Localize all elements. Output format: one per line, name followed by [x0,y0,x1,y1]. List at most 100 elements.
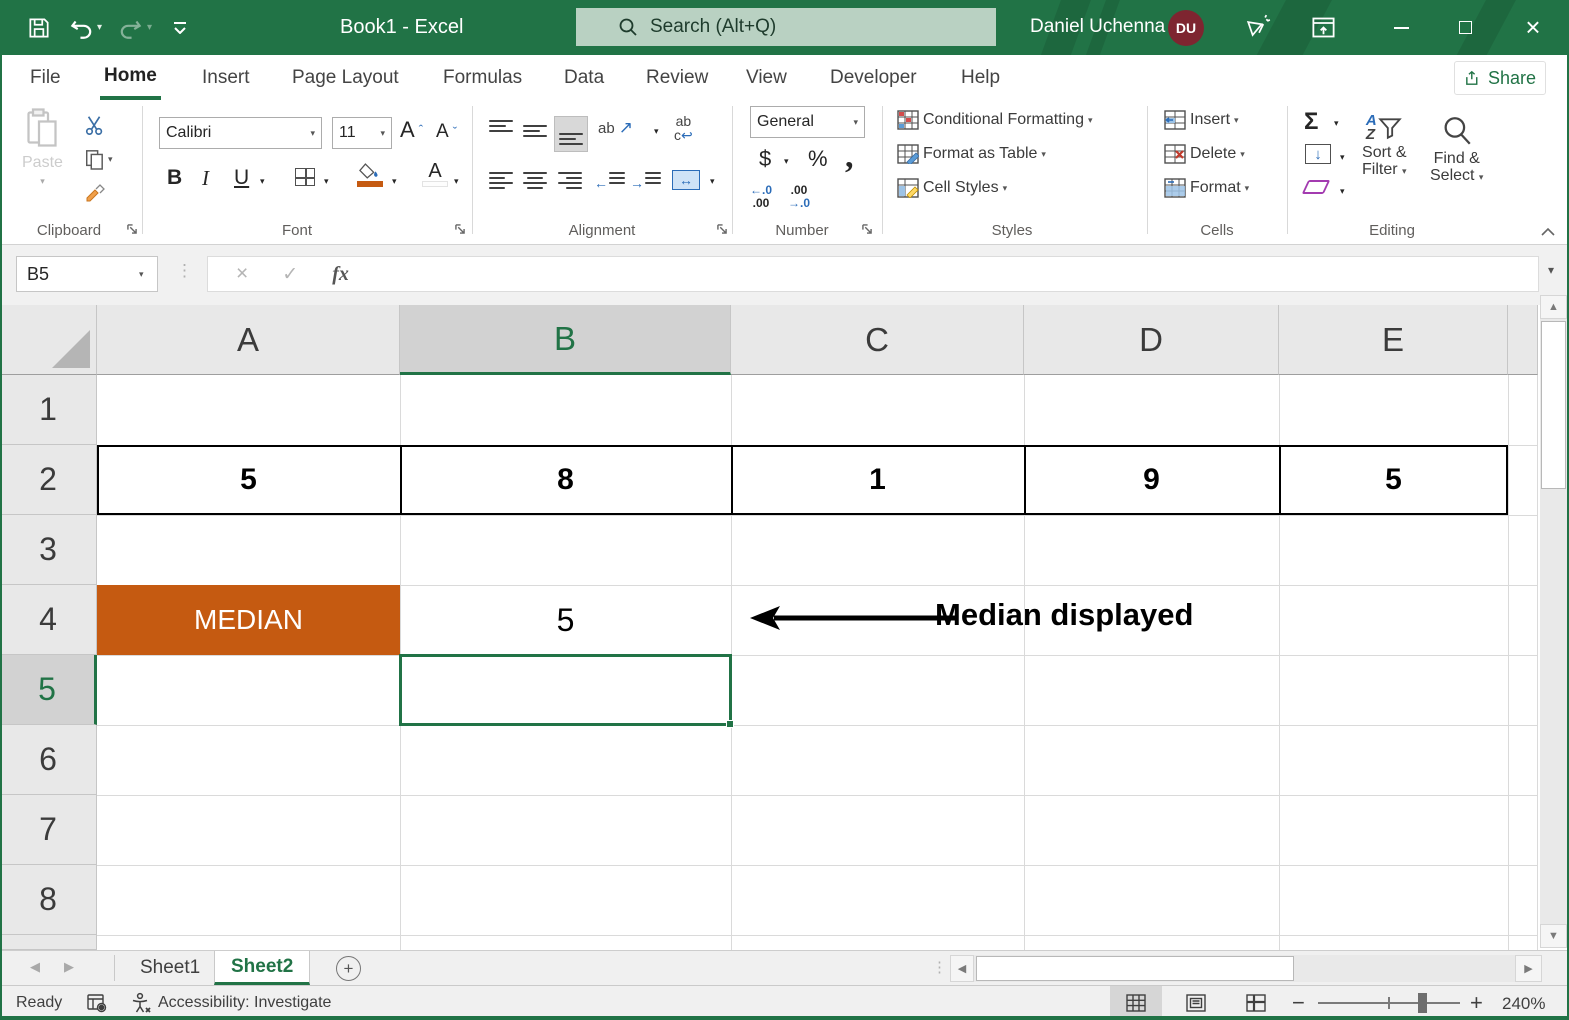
grow-font-button[interactable]: Aˆ [400,119,423,141]
comma-style-button[interactable]: , [845,138,854,176]
conditional-formatting-button[interactable]: Conditional Formatting ▾ [897,110,1093,130]
scroll-down-icon[interactable]: ▼ [1540,924,1567,948]
font-dialog-launcher[interactable] [453,222,469,238]
row-header-4[interactable]: 4 [0,585,97,655]
align-left-button[interactable] [489,172,513,194]
format-painter-button[interactable] [84,182,108,206]
fill-button[interactable]: ↓ [1305,144,1331,164]
expand-formula-bar-icon[interactable]: ▾ [1548,263,1554,277]
sheet-nav-right-icon[interactable]: ▶ [64,959,74,975]
new-sheet-button[interactable]: + [336,956,361,981]
page-layout-view-button[interactable] [1170,986,1222,1020]
scroll-right-icon[interactable]: ▶ [1515,955,1542,982]
row-header-3[interactable]: 3 [0,515,97,585]
borders-button[interactable] [295,168,315,186]
cell-a4-median[interactable]: MEDIAN [97,585,400,655]
maximize-button[interactable] [1434,0,1496,55]
avatar[interactable]: DU [1168,10,1204,46]
decrease-indent-button[interactable]: ← [594,172,625,194]
font-color-dropdown-icon[interactable]: ▾ [454,176,459,187]
cell-d2[interactable]: 9 [1024,445,1279,515]
vertical-scrollbar[interactable]: ▲ ▼ [1540,295,1567,948]
alignment-dialog-launcher[interactable] [715,222,731,238]
middle-align-button[interactable] [523,120,547,142]
sheet-tab-sheet1[interactable]: Sheet1 [124,951,216,985]
customize-qat-icon[interactable] [174,21,187,34]
borders-dropdown-icon[interactable]: ▾ [324,176,329,187]
number-dialog-launcher[interactable] [860,222,876,238]
find-select-button[interactable]: Find & Select ▾ [1430,114,1483,186]
italic-button[interactable]: I [202,166,209,191]
bold-button[interactable]: B [167,166,182,190]
shrink-font-button[interactable]: Aˇ [436,122,457,142]
bottom-align-button[interactable] [554,116,588,152]
tab-file[interactable]: File [26,55,65,100]
font-size-select[interactable]: 11 ▾ [332,117,392,149]
normal-view-button[interactable] [1110,986,1162,1020]
ribbon-display-options-icon[interactable] [1310,14,1337,46]
accounting-format-button[interactable]: $ [759,146,771,172]
tab-scrollbar-splitter[interactable]: ⋮ [932,958,947,976]
format-cells-button[interactable]: Format ▾ [1164,178,1249,198]
align-center-button[interactable] [523,172,547,194]
row-header-partial[interactable] [0,935,97,950]
column-header-d[interactable]: D [1024,305,1279,375]
share-button[interactable]: Share [1454,61,1546,95]
tab-page-layout[interactable]: Page Layout [288,55,403,100]
accessibility-icon[interactable] [130,992,152,1019]
horizontal-scroll-thumb[interactable] [976,956,1294,981]
cancel-button[interactable]: × [236,262,248,286]
search-box[interactable]: Search (Alt+Q) [576,8,996,46]
row-header-8[interactable]: 8 [0,865,97,935]
autosum-button[interactable]: Σ [1304,108,1318,136]
formula-bar-resize-handle[interactable]: ⋮ [176,261,193,281]
row-header-5[interactable]: 5 [0,655,97,725]
merge-center-dropdown-icon[interactable]: ▾ [710,176,715,187]
fill-handle[interactable] [726,720,734,728]
cell-a2[interactable]: 5 [97,445,400,515]
cell-c2[interactable]: 1 [731,445,1024,515]
align-right-button[interactable] [558,172,582,194]
scroll-up-icon[interactable]: ▲ [1540,295,1567,319]
wrap-text-button[interactable]: ab c↩ [674,114,693,142]
top-align-button[interactable] [489,120,513,142]
increase-indent-button[interactable]: → [630,172,661,194]
number-format-select[interactable]: General ▾ [750,106,865,138]
sheet-nav-left-icon[interactable]: ◀ [30,959,40,975]
clear-dropdown-icon[interactable]: ▾ [1340,186,1345,197]
column-header-partial[interactable] [1508,305,1538,375]
feedback-icon[interactable] [1243,14,1271,47]
undo-dropdown-icon[interactable]: ▾ [97,22,102,33]
sheet-tab-sheet2[interactable]: Sheet2 [214,951,311,985]
user-name[interactable]: Daniel Uchenna [1030,16,1165,38]
clipboard-dialog-launcher[interactable] [125,222,141,238]
accessibility-status[interactable]: Accessibility: Investigate [158,994,331,1012]
cell-b2[interactable]: 8 [400,445,731,515]
column-header-a[interactable]: A [97,305,400,375]
copy-button[interactable]: ▾ [84,148,113,170]
row-header-1[interactable]: 1 [0,375,97,445]
accounting-dropdown-icon[interactable]: ▾ [784,156,789,167]
cell-b4[interactable]: 5 [400,585,731,655]
tab-review[interactable]: Review [642,55,712,100]
zoom-out-button[interactable]: − [1292,990,1305,1016]
collapse-ribbon-button[interactable] [1540,224,1556,240]
orientation-dropdown-icon[interactable]: ▾ [654,126,659,137]
tab-data[interactable]: Data [560,55,608,100]
orientation-button[interactable]: ab ↗ [598,118,633,138]
clear-button[interactable] [1301,180,1331,194]
close-button[interactable]: × [1502,0,1564,55]
cell-styles-button[interactable]: Cell Styles ▾ [897,178,1007,198]
row-header-7[interactable]: 7 [0,795,97,865]
column-header-b[interactable]: B [400,305,731,375]
tab-view[interactable]: View [742,55,791,100]
zoom-slider-thumb[interactable] [1418,993,1427,1013]
select-all-corner[interactable] [0,305,97,375]
underline-dropdown-icon[interactable]: ▾ [260,176,265,187]
save-icon[interactable] [26,15,52,41]
tab-insert[interactable]: Insert [198,55,254,100]
tab-developer[interactable]: Developer [826,55,921,100]
font-color-button[interactable]: A [422,161,448,187]
underline-button[interactable]: U [234,166,249,190]
macro-record-icon[interactable] [86,992,108,1019]
